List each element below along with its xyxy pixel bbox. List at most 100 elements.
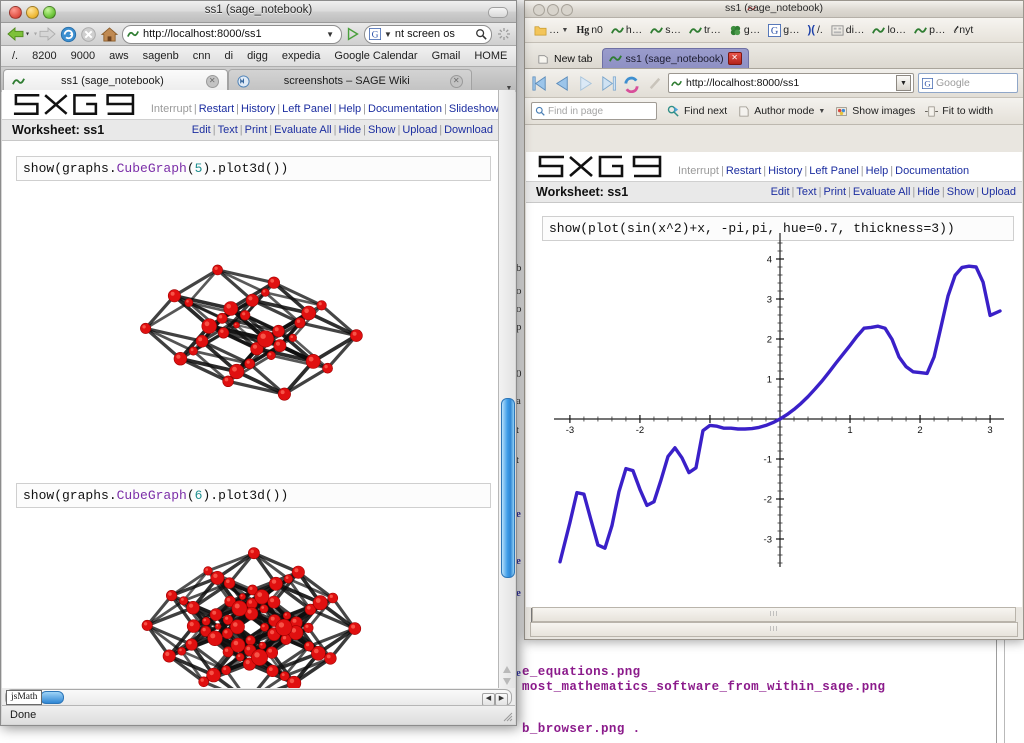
left-cell-1-code[interactable]: show(graphs.CubeGraph(5).plot3d()): [23, 161, 484, 176]
left-bookmarks-overflow-icon[interactable]: »: [514, 50, 516, 62]
reload-button[interactable]: [60, 26, 77, 43]
window-right-opera[interactable]: ss1 (sage_notebook) … ▼ Hg n0 h… s… tr…: [524, 0, 1024, 640]
left-ws-print[interactable]: Print: [245, 124, 268, 136]
right-ws-upload[interactable]: Upload: [981, 186, 1016, 198]
left-bookmark-8200[interactable]: 8200: [25, 50, 63, 62]
left-bookmark-sagenb[interactable]: sagenb: [136, 50, 186, 62]
toolbar-toggle-button[interactable]: [488, 7, 508, 18]
back-button[interactable]: [553, 74, 572, 93]
left-tab-wiki[interactable]: screenshots – SAGE Wiki ✕: [228, 69, 472, 92]
right-bookmark-google[interactable]: G g…: [765, 23, 802, 38]
left-ws-text[interactable]: Text: [218, 124, 238, 136]
resize-grip-icon[interactable]: [501, 710, 513, 722]
left-hscroll-thumb[interactable]: [40, 691, 64, 704]
right-bookmark-tr[interactable]: tr…: [686, 23, 724, 38]
left-tab-ss1[interactable]: ss1 (sage_notebook) ✕: [3, 69, 228, 92]
left-worksheet-links[interactable]: Edit|Text|Print|Evaluate All|Hide|Show|U…: [192, 124, 493, 136]
left-bookmark-google-calendar[interactable]: Google Calendar: [327, 50, 424, 62]
left-link-history[interactable]: History: [241, 103, 275, 115]
right-bookmark-g1[interactable]: g…: [726, 23, 763, 38]
left-horizontal-scrollbar[interactable]: ◀ ▶: [5, 689, 512, 706]
left-bookmark-digg[interactable]: digg: [240, 50, 275, 62]
right-ws-hide[interactable]: Hide: [917, 186, 940, 198]
right-sage-toplinks[interactable]: Interrupt|Restart|History|Left Panel|Hel…: [678, 165, 969, 180]
right-outer-hscrollbar[interactable]: III: [530, 622, 1018, 637]
right-address-bar[interactable]: http://localhost:8000/ss1 ▼: [668, 73, 914, 93]
right-bookmark-h[interactable]: h…: [608, 23, 645, 38]
right-bookmark-hg[interactable]: Hg n0: [573, 23, 605, 37]
right-bookmark-nyt[interactable]: 𝓉 nyt: [951, 23, 977, 38]
right-link-interrupt[interactable]: Interrupt: [678, 165, 719, 177]
left-input-cell-2[interactable]: show(graphs.CubeGraph(6).plot3d()): [16, 483, 491, 508]
right-search-field[interactable]: G Google: [918, 73, 1018, 93]
right-navigation-bar[interactable]: http://localhost:8000/ss1 ▼ G Google: [525, 69, 1023, 98]
left-ws-show[interactable]: Show: [368, 124, 396, 136]
go-button[interactable]: [345, 26, 361, 42]
fit-to-width-button[interactable]: Fit to width: [925, 105, 993, 118]
right-link-help[interactable]: Help: [866, 165, 889, 177]
left-bookmarks-bar[interactable]: /.82009000awssagenbcnndidiggexpediaGoogl…: [1, 46, 516, 67]
find-in-page-input[interactable]: Find in page: [531, 102, 657, 120]
cube-graph-6-output[interactable]: [101, 532, 401, 689]
right-ws-show[interactable]: Show: [947, 186, 975, 198]
right-inner-hscrollbar[interactable]: III: [532, 607, 1016, 622]
left-sage-toplinks[interactable]: Interrupt|Restart|History|Left Panel|Hel…: [151, 103, 499, 118]
right-bookmark-slashdot[interactable]: )( /.: [805, 23, 826, 37]
right-ws-print[interactable]: Print: [823, 186, 846, 198]
address-dropdown-button[interactable]: ▼: [896, 75, 911, 91]
left-bookmark-expedia[interactable]: expedia: [275, 50, 328, 62]
right-bookmark-p[interactable]: p…: [911, 23, 948, 38]
left-jsmath-button[interactable]: jsMath: [6, 690, 42, 705]
right-bookmark-s[interactable]: s…: [647, 23, 684, 38]
right-bookmark-lo[interactable]: lo…: [869, 23, 909, 38]
fastforward-button[interactable]: [599, 74, 618, 93]
right-tab-strip[interactable]: New tab ss1 (sage_notebook) ✕: [525, 43, 1023, 69]
left-bookmark-gmail[interactable]: Gmail: [425, 50, 468, 62]
left-link-restart[interactable]: Restart: [199, 103, 234, 115]
left-bookmark-[interactable]: /.: [5, 50, 25, 62]
left-input-cell-1[interactable]: show(graphs.CubeGraph(5).plot3d()): [16, 156, 491, 181]
close-icon[interactable]: ✕: [728, 52, 742, 65]
left-link-help[interactable]: Help: [339, 103, 362, 115]
left-ws-evaluate-all[interactable]: Evaluate All: [274, 124, 331, 136]
left-link-documentation[interactable]: Documentation: [368, 103, 442, 115]
address-dropdown-icon[interactable]: ▼: [326, 30, 337, 39]
forward-button[interactable]: [33, 25, 57, 43]
left-bookmark-cnn[interactable]: cnn: [186, 50, 218, 62]
right-ws-evaluate-all[interactable]: Evaluate All: [853, 186, 910, 198]
left-scrollbar-thumb[interactable]: [501, 398, 515, 578]
home-button[interactable]: [100, 26, 119, 43]
right-link-restart[interactable]: Restart: [726, 165, 761, 177]
right-link-documentation[interactable]: Documentation: [895, 165, 969, 177]
left-ws-upload[interactable]: Upload: [402, 124, 437, 136]
forward-button[interactable]: [576, 74, 595, 93]
scroll-up-arrow[interactable]: [501, 664, 513, 675]
find-next-button[interactable]: Find next: [667, 105, 727, 118]
left-tab-strip[interactable]: ss1 (sage_notebook) ✕ screenshots – SAGE…: [1, 67, 516, 92]
back-button[interactable]: [6, 25, 30, 43]
right-ws-edit[interactable]: Edit: [771, 186, 790, 198]
chevron-down-icon[interactable]: ▼: [818, 108, 825, 115]
stop-button[interactable]: [645, 74, 664, 93]
author-mode-button[interactable]: Author mode ▼: [737, 105, 825, 118]
right-ws-text[interactable]: Text: [796, 186, 816, 198]
right-tab-ss1[interactable]: ss1 (sage_notebook) ✕: [602, 48, 749, 68]
right-find-bar[interactable]: Find in page Find next Author mode ▼ Sho…: [525, 98, 1023, 125]
left-navigation-toolbar[interactable]: http://localhost:8000/ss1 ▼ G ▼ nt scree…: [1, 23, 516, 46]
left-address-bar[interactable]: http://localhost:8000/ss1 ▼: [122, 25, 342, 44]
left-bookmark-9000[interactable]: 9000: [64, 50, 102, 62]
cube-graph-5-output[interactable]: [101, 187, 401, 477]
left-link-slideshow[interactable]: Slideshow: [449, 103, 499, 115]
right-bookmark-folder[interactable]: … ▼: [531, 23, 571, 38]
right-bookmark-digg[interactable]: di…: [828, 23, 868, 38]
right-worksheet-links[interactable]: Edit|Text|Print|Evaluate All|Hide|Show|U…: [771, 186, 1016, 198]
left-window-titlebar[interactable]: ss1 (sage_notebook): [1, 1, 516, 23]
show-images-button[interactable]: Show images: [835, 105, 915, 118]
right-link-history[interactable]: History: [768, 165, 802, 177]
left-cell-2-code[interactable]: show(graphs.CubeGraph(6).plot3d()): [23, 488, 484, 503]
left-ws-edit[interactable]: Edit: [192, 124, 211, 136]
left-ws-download[interactable]: Download: [444, 124, 493, 136]
rewind-button[interactable]: [530, 74, 549, 93]
stop-button[interactable]: [80, 26, 97, 43]
left-bookmark-di[interactable]: di: [218, 50, 241, 62]
